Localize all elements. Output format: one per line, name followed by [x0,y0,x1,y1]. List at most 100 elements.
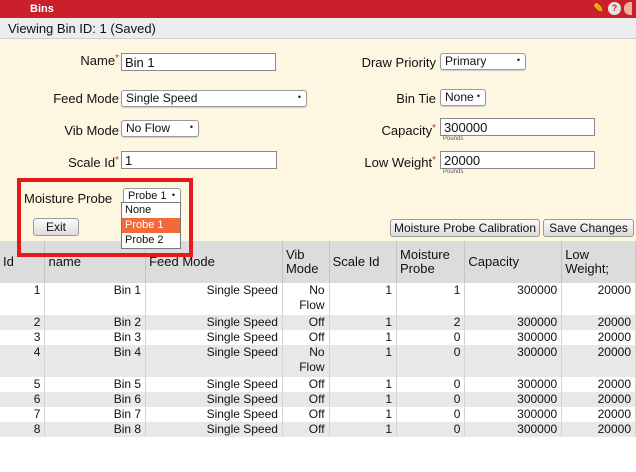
table-cell: 0 [396,392,466,407]
low-weight-input[interactable]: 20000 [440,151,595,169]
table-row[interactable]: 6 Bin 6 Single Speed Off 1 0 300000 20000 [0,392,636,407]
table-cell: 300000 [464,283,563,315]
scale-id-input[interactable]: 1 [121,151,277,169]
close-icon[interactable] [624,2,632,15]
column-header-moisture-probe[interactable]: Moisture Probe [396,241,466,283]
table-row[interactable]: 4 Bin 4 Single Speed No Flow 1 0 300000 20000 [0,345,636,377]
column-header-low-weight[interactable]: Low Weight; [561,241,636,283]
moisture-probe-dropdown: None Probe 1 Probe 2 [121,202,181,249]
table-cell: No Flow [282,345,330,377]
table-cell: Bin 2 [44,315,147,330]
chevron-down-icon: • [297,92,301,102]
table-cell: 20000 [561,377,636,392]
table-row[interactable]: 3 Bin 3 Single Speed Off 1 0 300000 20000 [0,330,636,345]
table-cell: 20000 [561,407,636,422]
table-cell: Off [282,407,330,422]
dropdown-option-none[interactable]: None [122,203,180,218]
table-row[interactable]: 8 Bin 8 Single Speed Off 1 0 300000 20000 [0,422,636,437]
table-cell: Bin 5 [44,377,147,392]
table-cell: 20000 [561,283,636,315]
table-cell: 1 [329,315,398,330]
table-cell: 2 [396,315,466,330]
vib-mode-select[interactable]: No Flow • [121,120,199,137]
moisture-probe-calibration-button[interactable]: Moisture Probe Calibration [390,219,540,237]
column-header-capacity[interactable]: Capacity [464,241,563,283]
low-weight-unit: Pounds [443,169,464,175]
dropdown-option-probe-1[interactable]: Probe 1 [122,218,180,233]
chevron-down-icon: • [189,122,193,132]
table-cell: 1 [329,377,398,392]
table-cell: 300000 [464,422,563,437]
table-cell: Off [282,422,330,437]
feed-mode-label: Feed Mode [53,91,119,106]
titlebar-icons: ✎ ? [592,2,632,15]
name-label: Name* [80,53,119,68]
table-row[interactable]: 5 Bin 5 Single Speed Off 1 0 300000 20000 [0,377,636,392]
table-cell: 20000 [561,345,636,377]
table-cell: 2 [0,315,46,330]
table-row[interactable]: 7 Bin 7 Single Speed Off 1 0 300000 20000 [0,407,636,422]
table-cell: Bin 4 [44,345,147,377]
table-cell: 20000 [561,315,636,330]
capacity-label: Capacity* [381,123,436,138]
table-cell: Bin 1 [44,283,147,315]
draw-priority-select[interactable]: Primary • [440,53,526,70]
save-changes-button[interactable]: Save Changes [543,219,634,237]
table-cell: Off [282,315,330,330]
table-cell: 1 [329,407,398,422]
column-header-scale-id[interactable]: Scale Id [329,241,398,283]
capacity-input[interactable]: 300000 [440,118,595,136]
table-row[interactable]: 1 Bin 1 Single Speed No Flow 1 1 300000 20000 [0,283,636,315]
table-cell: Single Speed [145,330,283,345]
dropdown-option-probe-2[interactable]: Probe 2 [122,233,180,248]
table-cell: Bin 7 [44,407,147,422]
vib-mode-label: Vib Mode [64,123,119,138]
table-cell: Bin 6 [44,392,147,407]
table-cell: 0 [396,407,466,422]
draw-priority-label: Draw Priority [361,55,436,70]
table-cell: 300000 [464,345,563,377]
table-cell: Single Speed [145,345,283,377]
feed-mode-select[interactable]: Single Speed • [121,90,307,107]
table-cell: 300000 [464,392,563,407]
table-cell: Single Speed [145,377,283,392]
table-cell: 20000 [561,422,636,437]
table-cell: 1 [329,283,398,315]
bin-tie-select[interactable]: None • [440,89,486,106]
table-cell: 4 [0,345,46,377]
table-cell: Off [282,392,330,407]
help-icon[interactable]: ? [608,2,621,15]
table-cell: 1 [0,283,46,315]
table-cell: Single Speed [145,392,283,407]
column-header-vib-mode[interactable]: Vib Mode [282,241,330,283]
table-cell: 300000 [464,330,563,345]
table-cell: 20000 [561,330,636,345]
capacity-unit: Pounds [443,136,464,142]
table-cell: Off [282,330,330,345]
table-cell: 6 [0,392,46,407]
window-titlebar: Bins ✎ ? [0,0,636,18]
status-bar: Viewing Bin ID: 1 (Saved) [0,18,636,39]
table-cell: Single Speed [145,422,283,437]
table-cell: 1 [329,330,398,345]
table-cell: 7 [0,407,46,422]
table-cell: Off [282,377,330,392]
table-cell: 0 [396,377,466,392]
table-cell: 300000 [464,377,563,392]
table-cell: No Flow [282,283,330,315]
status-text: Viewing Bin ID: 1 (Saved) [8,21,156,36]
table-cell: 1 [329,392,398,407]
window-title: Bins [30,3,54,15]
table-cell: 0 [396,330,466,345]
table-cell: 3 [0,330,46,345]
name-input[interactable]: Bin 1 [121,53,276,71]
chevron-down-icon: • [476,91,480,101]
table-cell: Single Speed [145,315,283,330]
table-cell: Bin 3 [44,330,147,345]
chevron-down-icon: • [516,55,520,65]
table-cell: Single Speed [145,407,283,422]
bin-tie-label: Bin Tie [396,91,436,106]
table-row[interactable]: 2 Bin 2 Single Speed Off 1 2 300000 20000 [0,315,636,330]
pin-icon[interactable]: ✎ [592,2,605,15]
table-cell: 300000 [464,315,563,330]
